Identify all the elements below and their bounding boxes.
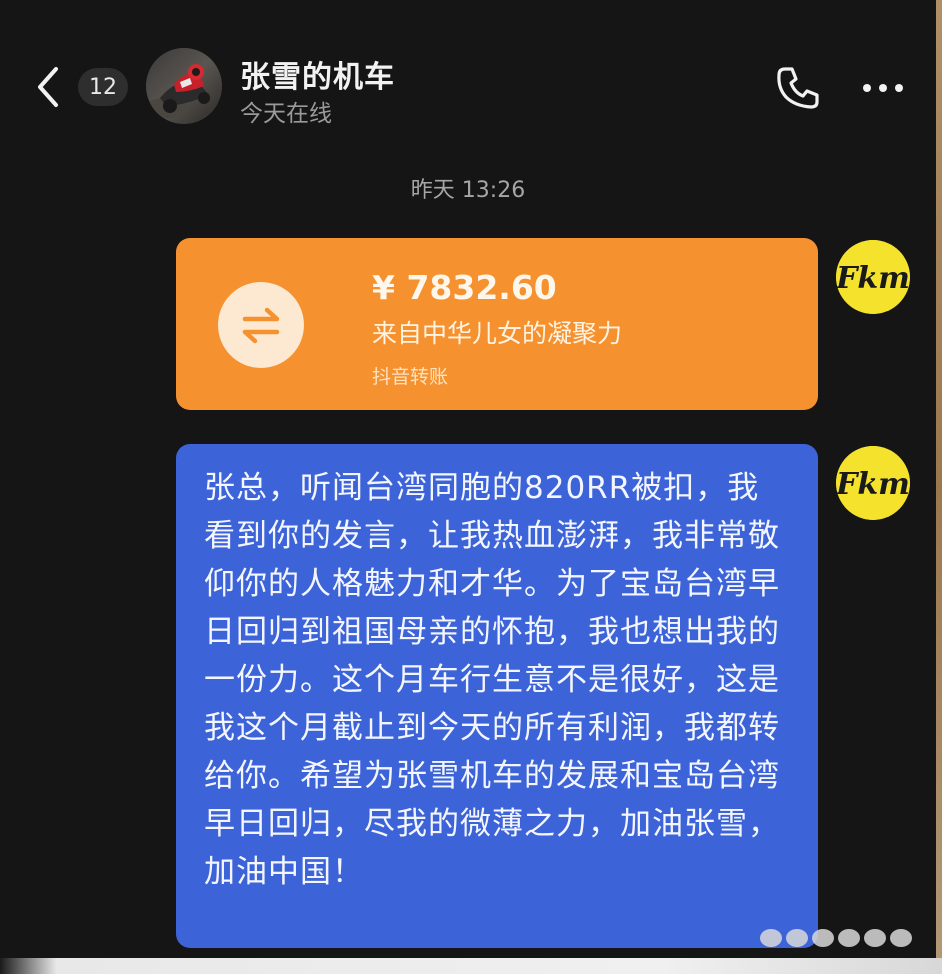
fkm-logo: Fkm [836, 240, 910, 314]
contact-avatar[interactable] [146, 48, 222, 124]
edge-strip [936, 0, 942, 974]
bottom-edge [0, 958, 942, 974]
message-text: 张总，听闻台湾同胞的820RR被扣，我看到你的发言，让我热血澎湃，我非常敬仰你的… [204, 470, 780, 890]
self-avatar[interactable]: Fkm [836, 446, 910, 520]
more-options-button[interactable] [858, 66, 908, 110]
transfer-note: 来自中华儿女的凝聚力 [372, 319, 623, 348]
more-dots-icon [863, 84, 903, 92]
swap-arrows-icon [218, 282, 304, 368]
watermark-dots [760, 926, 930, 950]
voice-call-button[interactable] [772, 62, 824, 114]
svg-text:Fkm: Fkm [836, 467, 910, 502]
svg-text:Fkm: Fkm [836, 261, 910, 296]
transfer-amount: ¥ 7832.60 [372, 268, 557, 307]
text-message-bubble[interactable]: 张总，听闻台湾同胞的820RR被扣，我看到你的发言，让我热血澎湃，我非常敬仰你的… [176, 444, 818, 948]
self-avatar[interactable]: Fkm [836, 240, 910, 314]
transfer-message-card[interactable]: ¥ 7832.60 来自中华儿女的凝聚力 抖音转账 [176, 238, 818, 410]
chevron-left-icon [38, 67, 58, 107]
online-status: 今天在线 [240, 101, 332, 127]
phone-icon [777, 67, 819, 109]
fkm-logo: Fkm [836, 446, 910, 520]
transfer-source-label: 抖音转账 [372, 366, 449, 388]
message-timestamp: 昨天 13:26 [410, 178, 526, 203]
motorcycle-photo [146, 48, 222, 124]
unread-count-badge: 12 [78, 68, 128, 106]
chat-header: 12 张雪的机车 今天在线 [0, 0, 936, 160]
back-button[interactable] [28, 62, 68, 112]
chat-title: 张雪的机车 [240, 60, 395, 95]
chat-screen: 12 张雪的机车 今天在线 昨天 13:26 ¥ 7832.60 来自中华儿女的… [0, 0, 942, 974]
